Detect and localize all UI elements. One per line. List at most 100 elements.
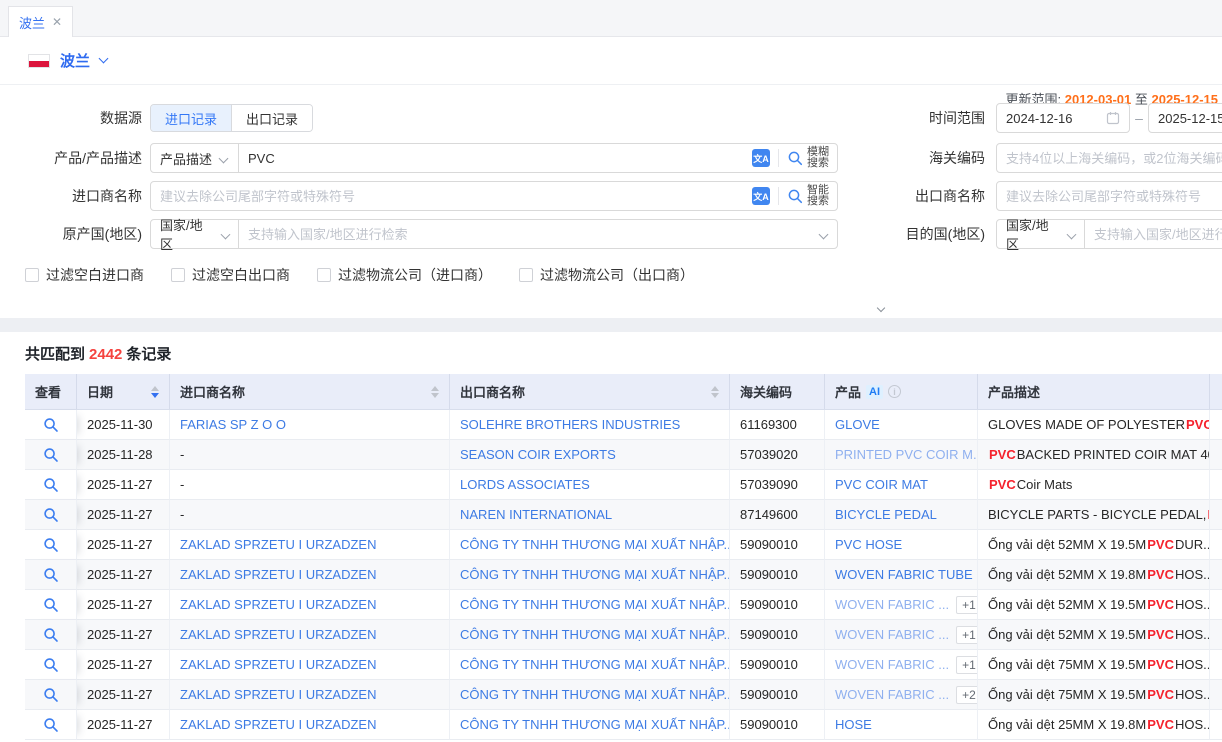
hs-code-input[interactable] — [997, 144, 1222, 172]
importer-link[interactable]: - — [180, 447, 184, 462]
importer-link[interactable]: - — [180, 507, 184, 522]
view-record-button[interactable] — [25, 530, 77, 560]
checkbox-icon[interactable] — [25, 268, 39, 282]
export-records-tab[interactable]: 出口记录 — [231, 105, 312, 131]
checkbox-filter-blank-exporter[interactable]: 过滤空白出口商 — [171, 265, 290, 285]
exporter-link[interactable]: CÔNG TY TNHH THƯƠNG MẠI XUẤT NHẬP... — [460, 597, 730, 612]
country-name[interactable]: 波兰 — [60, 50, 90, 71]
hs-code-cell: 59090010 — [730, 710, 825, 740]
exporter-link[interactable]: CÔNG TY TNHH THƯƠNG MẠI XUẤT NHẬP... — [460, 657, 730, 672]
product-link[interactable]: PVC COIR MAT — [835, 477, 928, 492]
product-link[interactable]: PVC HOSE — [835, 537, 902, 552]
product-link[interactable]: WOVEN FABRIC ... — [835, 687, 949, 702]
chevron-down-icon[interactable] — [819, 229, 829, 239]
origin-type-select[interactable]: 国家/地区 — [151, 220, 239, 248]
overflow-cell — [1210, 410, 1222, 440]
checkbox-icon[interactable] — [519, 268, 533, 282]
magnifier-icon — [43, 447, 59, 463]
product-link[interactable]: BICYCLE PEDAL — [835, 507, 937, 522]
overflow-cell — [1210, 560, 1222, 590]
sort-importer[interactable] — [423, 386, 439, 398]
product-extra-badge[interactable]: +2 — [956, 686, 978, 704]
description-cell: Ống vải dệt 52MM X 19.8M PVC HOS... — [978, 560, 1210, 590]
calendar-icon — [1106, 111, 1120, 125]
importer-link[interactable]: ZAKLAD SPRZETU I URZADZEN — [180, 567, 376, 582]
importer-link[interactable]: ZAKLAD SPRZETU I URZADZEN — [180, 537, 376, 552]
exporter-link[interactable]: LORDS ASSOCIATES — [460, 477, 590, 492]
translate-icon[interactable]: 文A — [752, 187, 770, 205]
product-type-select[interactable]: 产品描述 — [151, 144, 239, 172]
product-link[interactable]: WOVEN FABRIC ... — [835, 627, 949, 642]
importer-input[interactable] — [151, 182, 752, 210]
tab-poland[interactable]: 波兰 ✕ — [8, 6, 73, 37]
view-record-button[interactable] — [25, 500, 77, 530]
fuzzy-search-button[interactable]: 模糊搜索 — [779, 147, 837, 169]
view-record-button[interactable] — [25, 620, 77, 650]
destination-type-select[interactable]: 国家/地区 — [997, 220, 1085, 248]
importer-link[interactable]: ZAKLAD SPRZETU I URZADZEN — [180, 687, 376, 702]
exporter-link[interactable]: CÔNG TY TNHH THƯƠNG MẠI XUẤT NHẬP... — [460, 567, 730, 582]
checkbox-filter-blank-importer[interactable]: 过滤空白进口商 — [25, 265, 144, 285]
col-hs-code: 海关编码 — [730, 374, 825, 409]
product-input[interactable] — [239, 144, 752, 172]
product-link[interactable]: WOVEN FABRIC ... — [835, 657, 949, 672]
product-extra-badge[interactable]: +1 — [956, 596, 978, 614]
destination-country-input[interactable] — [1085, 220, 1222, 248]
product-link[interactable]: GLOVE — [835, 417, 880, 432]
product-cell: GLOVE — [825, 410, 978, 440]
close-icon[interactable]: ✕ — [52, 16, 62, 28]
exporter-link[interactable]: CÔNG TY TNHH THƯƠNG MẠI XUẤT NHẬP... — [460, 537, 730, 552]
checkbox-icon[interactable] — [171, 268, 185, 282]
table-row: 2025-11-27 - LORDS ASSOCIATES 57039090 P… — [25, 470, 1222, 500]
exporter-link[interactable]: SEASON COIR EXPORTS — [460, 447, 616, 462]
chevron-down-icon[interactable] — [99, 54, 109, 64]
exporter-link[interactable]: NAREN INTERNATIONAL — [460, 507, 612, 522]
date-cell: 2025-11-30 — [77, 410, 170, 440]
importer-link[interactable]: ZAKLAD SPRZETU I URZADZEN — [180, 597, 376, 612]
overflow-cell — [1210, 680, 1222, 710]
importer-cell: ZAKLAD SPRZETU I URZADZEN — [170, 650, 450, 680]
product-extra-badge[interactable]: +1 — [956, 656, 978, 674]
view-record-button[interactable] — [25, 440, 77, 470]
product-link[interactable]: HOSE — [835, 717, 872, 732]
checkbox-filter-logistics-exporter[interactable]: 过滤物流公司（出口商） — [519, 265, 694, 285]
importer-link[interactable]: ZAKLAD SPRZETU I URZADZEN — [180, 717, 376, 732]
sort-date[interactable] — [143, 386, 159, 398]
exporter-link[interactable]: CÔNG TY TNHH THƯƠNG MẠI XUẤT NHẬP... — [460, 687, 730, 702]
exporter-link[interactable]: SOLEHRE BROTHERS INDUSTRIES — [460, 417, 680, 432]
view-record-button[interactable] — [25, 650, 77, 680]
product-link[interactable]: WOVEN FABRIC TUBE — [835, 567, 973, 582]
sort-exporter[interactable] — [703, 386, 719, 398]
product-extra-badge[interactable]: +1 — [956, 626, 978, 644]
importer-link[interactable]: - — [180, 477, 184, 492]
product-link[interactable]: WOVEN FABRIC ... — [835, 597, 949, 612]
description-cell: Ống vải dệt 25MM X 19.8M PVC HOS... — [978, 710, 1210, 740]
smart-search-button[interactable]: 智能搜索 — [779, 185, 837, 207]
view-record-button[interactable] — [25, 470, 77, 500]
importer-link[interactable]: ZAKLAD SPRZETU I URZADZEN — [180, 657, 376, 672]
exporter-link[interactable]: CÔNG TY TNHH THƯƠNG MẠI XUẤT NHẬP... — [460, 717, 730, 732]
date-to-input[interactable]: 2025-12-15 — [1148, 103, 1222, 133]
view-record-button[interactable] — [25, 710, 77, 740]
view-record-button[interactable] — [25, 410, 77, 440]
import-records-tab[interactable]: 进口记录 — [151, 105, 231, 131]
date-from-input[interactable]: 2024-12-16 — [996, 103, 1130, 133]
translate-icon[interactable]: 文A — [752, 149, 770, 167]
view-record-button[interactable] — [25, 560, 77, 590]
info-icon[interactable]: i — [888, 385, 901, 398]
keyword-highlight: PVC — [1146, 687, 1175, 702]
collapse-filter-button[interactable] — [846, 303, 916, 317]
exporter-input[interactable] — [997, 182, 1222, 210]
table-body: 2025-11-30 FARIAS SP Z O O SOLEHRE BROTH… — [25, 410, 1222, 740]
exporter-label: 出口商名称 — [845, 181, 985, 211]
view-record-button[interactable] — [25, 680, 77, 710]
importer-link[interactable]: FARIAS SP Z O O — [180, 417, 286, 432]
exporter-link[interactable]: CÔNG TY TNHH THƯƠNG MẠI XUẤT NHẬP... — [460, 627, 730, 642]
view-record-button[interactable] — [25, 590, 77, 620]
checkbox-icon[interactable] — [317, 268, 331, 282]
product-link[interactable]: PRINTED PVC COIR M... — [835, 447, 978, 462]
section-divider — [0, 318, 1222, 332]
origin-country-input[interactable] — [239, 220, 820, 248]
importer-link[interactable]: ZAKLAD SPRZETU I URZADZEN — [180, 627, 376, 642]
checkbox-filter-logistics-importer[interactable]: 过滤物流公司（进口商） — [317, 265, 492, 285]
